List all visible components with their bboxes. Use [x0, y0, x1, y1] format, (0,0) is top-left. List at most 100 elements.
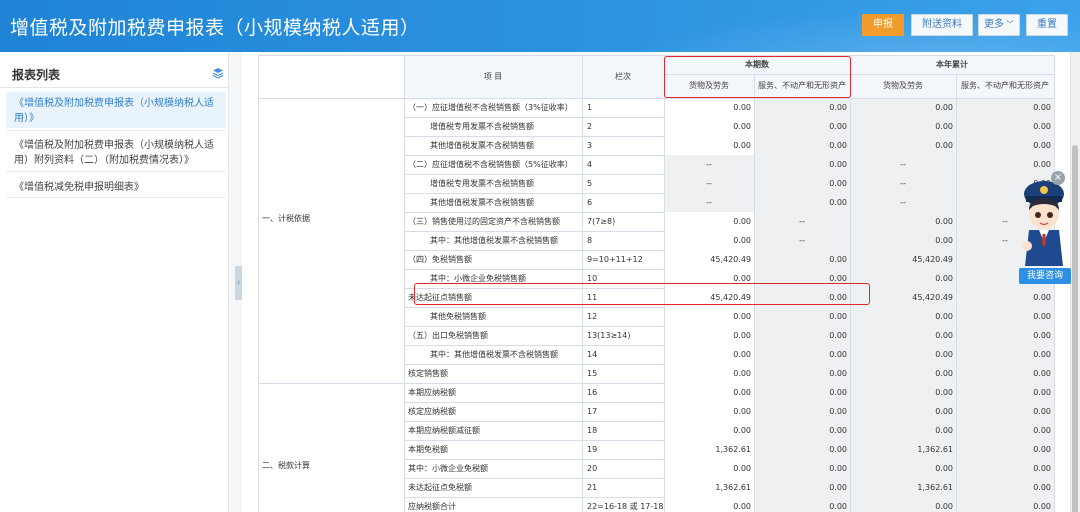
value-cell[interactable]: 0.00: [664, 136, 754, 155]
more-button[interactable]: 更多 ﹀: [978, 14, 1020, 36]
value-cell[interactable]: 0.00: [664, 231, 754, 250]
value-cell: 0.00: [829, 350, 847, 359]
consult-button[interactable]: 我要咨询: [1019, 268, 1071, 284]
column-divider: [956, 74, 957, 512]
sidebar-divider: [6, 171, 226, 172]
value-cell[interactable]: 0.00: [664, 98, 754, 117]
value-cell: 0.00: [829, 407, 847, 416]
value-cell: 45,420.49: [912, 255, 953, 264]
value-cell[interactable]: 1,362.61: [664, 478, 754, 497]
header-item: 项 目: [483, 72, 503, 81]
row-item-label: 本期应纳税额减征额: [408, 426, 480, 435]
sidebar-item-exemption-detail[interactable]: 《增值税减免税申报明细表》: [6, 176, 226, 198]
row-item-label: （二）应征增值税不含税销售额（5%征收率）: [408, 160, 573, 169]
row-col-no: 14: [587, 350, 598, 359]
value-cell[interactable]: 0.00: [664, 421, 754, 440]
row-col-no: 19: [587, 445, 598, 454]
sidebar-divider: [6, 197, 226, 198]
value-cell: 0.00: [1033, 312, 1051, 321]
value-cell: 1,362.61: [917, 483, 953, 492]
value-cell: 0.00: [1033, 407, 1051, 416]
header-col-no: 栏次: [615, 72, 631, 81]
reset-button[interactable]: 重置: [1026, 14, 1068, 36]
row-item-label: 核定应纳税额: [408, 407, 456, 416]
value-cell[interactable]: 0.00: [664, 383, 754, 402]
value-cell: 0.00: [1033, 369, 1051, 378]
row-col-no: 7(7≥8): [587, 217, 616, 226]
row-item-label: 增值税专用发票不含税销售额: [430, 179, 534, 188]
value-cell: 0.00: [935, 388, 953, 397]
row-col-no: 21: [587, 483, 598, 492]
row-item-label: 其他增值税发票不含税销售额: [430, 198, 534, 207]
value-cell: 0.00: [829, 388, 847, 397]
value-cell: 0.00: [1033, 350, 1051, 359]
row-col-no: 8: [587, 236, 593, 245]
value-cell: --: [900, 160, 906, 169]
row-col-no: 9=10+11+12: [587, 255, 643, 264]
row-item-label: 其他增值税发票不含税销售额: [430, 141, 534, 150]
value-cell: 0.00: [1033, 445, 1051, 454]
value-cell[interactable]: 0.00: [664, 364, 754, 383]
chevron-down-icon: ﹀: [1006, 20, 1014, 29]
value-cell: 0.00: [829, 369, 847, 378]
value-cell: --: [900, 179, 906, 188]
row-col-no: 15: [587, 369, 598, 378]
value-cell: 0.00: [1033, 388, 1051, 397]
value-cell: 0.00: [829, 103, 847, 112]
value-cell: 0.00: [935, 426, 953, 435]
value-cell: 0.00: [829, 179, 847, 188]
value-cell[interactable]: 0.00: [664, 326, 754, 345]
row-item-label: 其他免税销售额: [430, 312, 486, 321]
value-cell: 0.00: [935, 502, 953, 511]
row-item-label: 其中：其他增值税发票不含税销售额: [430, 236, 558, 245]
header-year-total: 本年累计: [936, 60, 968, 69]
value-cell[interactable]: 0.00: [664, 459, 754, 478]
value-cell[interactable]: 0.00: [664, 402, 754, 421]
row-item-label: 其中：小微企业免税额: [408, 464, 488, 473]
submit-button[interactable]: 申报: [862, 14, 904, 36]
value-cell: 0.00: [1033, 426, 1051, 435]
row-col-no: 2: [587, 122, 593, 131]
value-cell[interactable]: 0.00: [664, 307, 754, 326]
value-cell[interactable]: 0.00: [664, 117, 754, 136]
value-cell[interactable]: 1,362.61: [664, 440, 754, 459]
value-cell[interactable]: 0.00: [664, 497, 754, 512]
row-col-no: 16: [587, 388, 598, 397]
value-cell: 0.00: [1033, 141, 1051, 150]
value-cell[interactable]: 0.00: [664, 212, 754, 231]
sidebar-item-attachment-two[interactable]: 《增值税及附加税费申报表（小规模纳税人适用）附列资料（二）（附加税费情况表）》: [6, 134, 226, 170]
row-col-no: 5: [587, 179, 593, 188]
value-cell: 1,362.61: [917, 445, 953, 454]
row-col-no: 20: [587, 464, 598, 473]
sidebar-divider: [6, 130, 226, 131]
collapse-sidebar-handle[interactable]: ‹: [235, 266, 242, 300]
assistant-avatar-icon[interactable]: [1017, 170, 1071, 282]
more-button-label: 更多: [984, 19, 1004, 30]
value-cell: 0.00: [935, 407, 953, 416]
sidebar-header: 报表列表: [0, 58, 228, 88]
row-col-no: 13(13≥14): [587, 331, 631, 340]
close-assistant-icon[interactable]: ×: [1051, 171, 1065, 185]
value-cell: 0.00: [829, 160, 847, 169]
value-cell[interactable]: 45,420.49: [664, 250, 754, 269]
value-cell: --: [706, 198, 712, 207]
row-col-no: 12: [587, 312, 598, 321]
row-item-label: 本期免税额: [408, 445, 448, 454]
value-cell: 0.00: [1033, 293, 1051, 302]
value-cell: 0.00: [1033, 464, 1051, 473]
row-col-no: 18: [587, 426, 598, 435]
value-cell: 0.00: [935, 141, 953, 150]
header-services-year: 服务、不动产和无形资产: [961, 81, 1049, 90]
attach-documents-button[interactable]: 附送资料: [911, 14, 973, 36]
row-item-label: （三）销售使用过的固定资产不含税销售额: [408, 217, 560, 226]
row-col-no: 1: [587, 103, 593, 112]
value-cell: --: [799, 217, 805, 226]
scrollbar-thumb[interactable]: [1072, 145, 1078, 512]
group-label-tax-calc: 二、税款计算: [262, 461, 310, 470]
value-cell[interactable]: 0.00: [664, 345, 754, 364]
layers-icon[interactable]: [212, 67, 224, 79]
value-cell: --: [799, 236, 805, 245]
sidebar-item-main-return[interactable]: 《增值税及附加税费申报表（小规模纳税人适用）》: [6, 92, 226, 128]
row-item-label: （一）应征增值税不含税销售额（3%征收率）: [408, 103, 573, 112]
value-cell: --: [706, 160, 712, 169]
